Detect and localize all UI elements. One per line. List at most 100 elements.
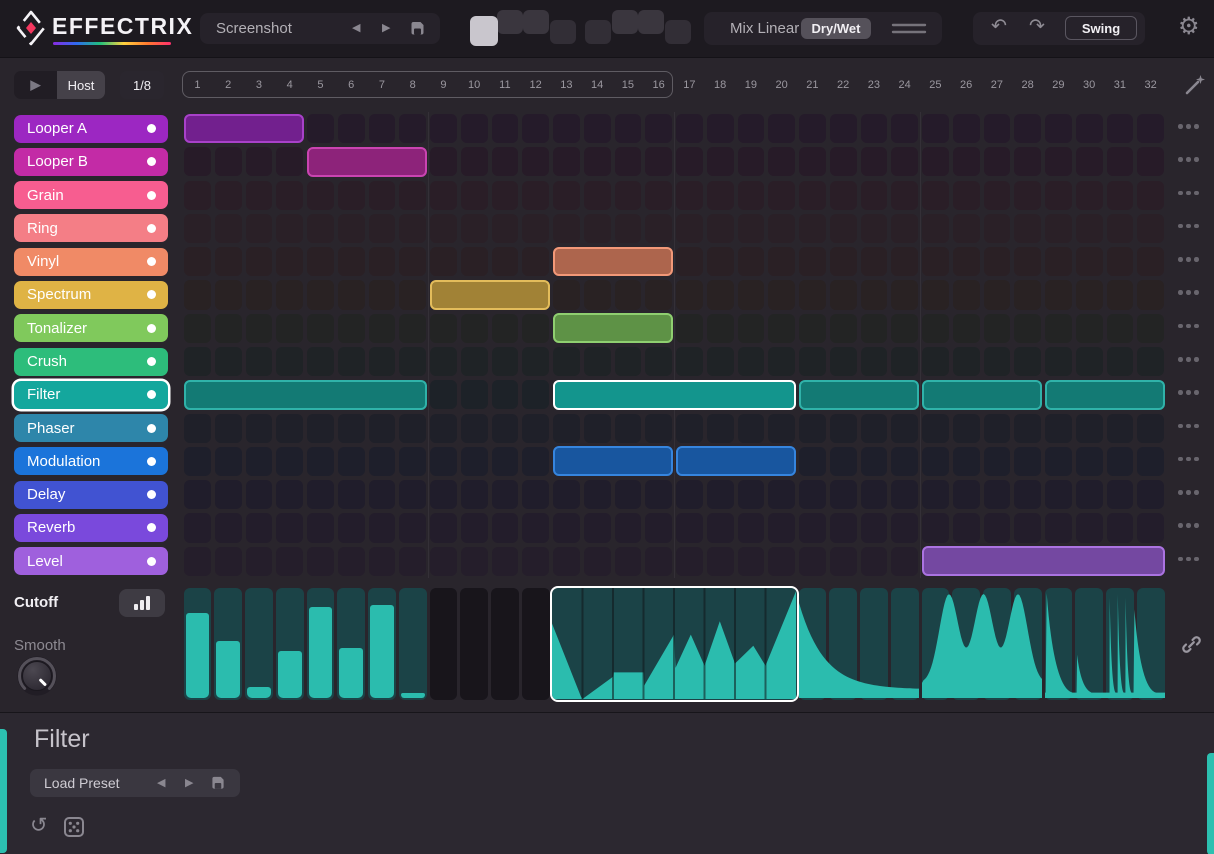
grid-cell[interactable] (1137, 213, 1164, 243)
step-number-14[interactable]: 14 (582, 72, 613, 98)
step-number-6[interactable]: 6 (336, 72, 367, 98)
event-block-filter[interactable] (1044, 379, 1165, 410)
grid-cell[interactable] (922, 446, 949, 476)
grid-cell[interactable] (1106, 513, 1134, 543)
track-enable-dot[interactable] (147, 290, 156, 300)
grid-cell[interactable] (583, 347, 611, 377)
grid-cell[interactable] (399, 280, 426, 310)
grid-cell[interactable] (368, 413, 396, 443)
grid-cell[interactable] (553, 513, 580, 543)
grid-cell[interactable] (737, 513, 765, 543)
grid-cell[interactable] (1106, 413, 1134, 443)
grid-cell[interactable] (553, 147, 580, 177)
grid-cell[interactable] (184, 347, 211, 377)
event-block-modulation[interactable] (552, 446, 673, 477)
grid-cell[interactable] (214, 180, 242, 210)
step-number-17[interactable]: 17 (674, 72, 705, 98)
step-number-8[interactable]: 8 (397, 72, 428, 98)
grid-cell[interactable] (891, 147, 918, 177)
grid-cell[interactable] (799, 247, 826, 277)
grid-cell[interactable] (1014, 313, 1041, 343)
grid-cell[interactable] (1106, 147, 1134, 177)
grid-cell[interactable] (460, 114, 488, 144)
grid-cell[interactable] (860, 147, 888, 177)
grid-cell[interactable] (1045, 347, 1072, 377)
grid-cell[interactable] (307, 114, 334, 144)
grid-cell[interactable] (860, 480, 888, 510)
grid-cell[interactable] (952, 513, 980, 543)
step-number-20[interactable]: 20 (766, 72, 797, 98)
grid-cell[interactable] (768, 114, 795, 144)
grid-cell[interactable] (307, 347, 334, 377)
event-block-level[interactable] (921, 546, 1165, 576)
grid-cell[interactable] (676, 413, 703, 443)
grid-cell[interactable] (799, 213, 826, 243)
grid-cell[interactable] (614, 513, 642, 543)
grid-cell[interactable] (614, 213, 642, 243)
grid-cell[interactable] (860, 114, 888, 144)
grid-cell[interactable] (1137, 147, 1164, 177)
grid-cell[interactable] (645, 413, 672, 443)
grid-cell[interactable] (368, 446, 396, 476)
grid-cell[interactable] (676, 546, 703, 576)
grid-cell[interactable] (891, 247, 918, 277)
row-options-menu[interactable] (1178, 556, 1199, 562)
row-options-menu[interactable] (1178, 357, 1199, 362)
grid-cell[interactable] (922, 513, 949, 543)
value-cell[interactable] (306, 588, 335, 700)
grid-cell[interactable] (922, 480, 949, 510)
grid-cell[interactable] (891, 313, 918, 343)
grid-cell[interactable] (829, 513, 857, 543)
grid-cell[interactable] (614, 347, 642, 377)
knob-smooth[interactable] (13, 652, 61, 700)
grid-cell[interactable] (1045, 413, 1072, 443)
track-enable-dot[interactable] (147, 390, 156, 400)
grid-cell[interactable] (491, 380, 519, 410)
grid-cell[interactable] (307, 446, 334, 476)
grid-cell[interactable] (337, 247, 365, 277)
grid-cell[interactable] (952, 147, 980, 177)
grid-cell[interactable] (399, 180, 426, 210)
grid-cell[interactable] (337, 446, 365, 476)
grid-cell[interactable] (737, 213, 765, 243)
step-number-3[interactable]: 3 (244, 72, 275, 98)
grid-cell[interactable] (553, 347, 580, 377)
grid-cell[interactable] (184, 513, 211, 543)
grid-cell[interactable] (245, 513, 273, 543)
grid-cell[interactable] (491, 247, 519, 277)
value-cell[interactable] (798, 588, 827, 700)
grid-cell[interactable] (245, 546, 273, 576)
grid-cell[interactable] (430, 480, 457, 510)
grid-cell[interactable] (368, 513, 396, 543)
grid-cell[interactable] (491, 446, 519, 476)
randomize-dice-icon[interactable] (64, 817, 84, 837)
grid-cell[interactable] (706, 480, 734, 510)
grid-cell[interactable] (276, 446, 303, 476)
track-button-ring[interactable]: Ring (14, 214, 168, 243)
grid-cell[interactable] (460, 247, 488, 277)
step-number-18[interactable]: 18 (705, 72, 736, 98)
pattern-slot-2[interactable] (496, 10, 523, 34)
grid-cell[interactable] (553, 480, 580, 510)
grid-cell[interactable] (1045, 147, 1072, 177)
grid-cell[interactable] (768, 347, 795, 377)
grid-cell[interactable] (891, 114, 918, 144)
grid-cell[interactable] (706, 280, 734, 310)
grid-cell[interactable] (891, 180, 918, 210)
grid-cell[interactable] (1137, 347, 1164, 377)
grid-cell[interactable] (491, 313, 519, 343)
grid-cell[interactable] (307, 513, 334, 543)
grid-cell[interactable] (737, 147, 765, 177)
row-options-menu[interactable] (1178, 124, 1199, 129)
grid-cell[interactable] (1137, 114, 1164, 144)
grid-cell[interactable] (799, 546, 826, 576)
grid-cell[interactable] (768, 413, 795, 443)
grid-cell[interactable] (399, 480, 426, 510)
grid-cell[interactable] (430, 313, 457, 343)
row-options-menu[interactable] (1178, 490, 1199, 495)
grid-cell[interactable] (399, 546, 426, 576)
grid-cell[interactable] (245, 180, 273, 210)
grid-cell[interactable] (706, 513, 734, 543)
grid-cell[interactable] (1075, 114, 1103, 144)
grid-cell[interactable] (491, 513, 519, 543)
